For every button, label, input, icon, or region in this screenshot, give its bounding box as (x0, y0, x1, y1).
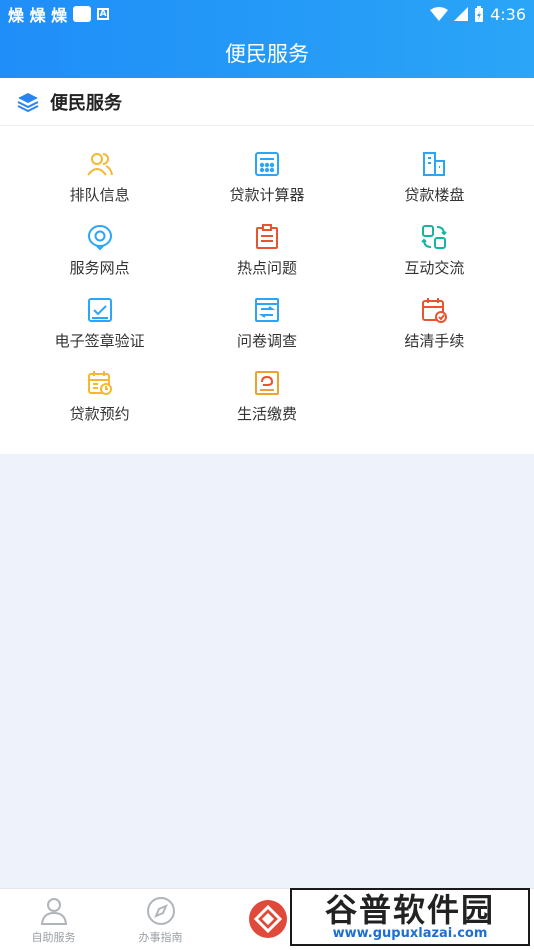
check-seal-icon (87, 298, 112, 322)
bill-icon (254, 371, 279, 395)
building-icon (423, 152, 446, 176)
users-icon (86, 153, 113, 176)
wifi-icon (430, 7, 449, 21)
watermark-title: 谷普软件园 (324, 890, 495, 929)
section-title: 便民服务 (50, 92, 122, 114)
service-label: 贷款计算器 (229, 186, 305, 204)
service-utility-payment[interactable]: 生活缴费 (183, 369, 350, 442)
tab-label: 自助服务 (31, 930, 76, 944)
app-header: 燥 燥 燥 A 4:36 便民服务 (0, 0, 534, 78)
tab-label: 办事指南 (138, 930, 183, 944)
notification-glyphs: 燥 燥 燥 (8, 6, 68, 25)
service-label: 互动交流 (404, 259, 465, 277)
clipboard-icon (255, 224, 278, 249)
watermark-logo: 谷普软件园 www.gupuxlazai.com (290, 888, 530, 946)
location-icon (87, 225, 112, 251)
services-panel: 排队信息 贷款计算器 贷款楼盘 服务网点 热点问题 互动交流 电子签章验证 问卷… (0, 126, 534, 454)
service-label: 电子签章验证 (54, 332, 145, 350)
service-settlement[interactable]: 结清手续 (351, 296, 518, 369)
exchange-icon (421, 225, 448, 249)
page-title: 便民服务 (225, 42, 309, 66)
watermark-url: www.gupuxlazai.com (332, 925, 488, 941)
service-label: 服务网点 (69, 259, 130, 277)
service-survey[interactable]: 问卷调查 (183, 296, 350, 369)
service-label: 问卷调查 (236, 332, 297, 350)
compass-icon (146, 896, 175, 925)
calculator-icon (254, 152, 279, 176)
service-queue-info[interactable]: 排队信息 (16, 150, 183, 223)
tab-guide[interactable]: 办事指南 (107, 889, 214, 950)
status-bar: 燥 燥 燥 A 4:36 (0, 0, 534, 28)
services-grid: 排队信息 贷款计算器 贷款楼盘 服务网点 热点问题 互动交流 电子签章验证 问卷… (0, 150, 534, 442)
service-label: 生活缴费 (236, 405, 297, 423)
tab-self-service[interactable]: 自助服务 (0, 889, 107, 950)
service-label: 热点问题 (236, 259, 297, 277)
section-header: 便民服务 (0, 78, 534, 126)
battery-icon (475, 6, 484, 22)
service-loan-appointment[interactable]: 贷款预约 (16, 369, 183, 442)
home-logo-icon (248, 899, 287, 938)
service-e-seal-verify[interactable]: 电子签章验证 (16, 296, 183, 369)
service-label: 贷款楼盘 (404, 186, 465, 204)
calendar-clock-icon (87, 371, 112, 395)
signal-icon (454, 7, 469, 21)
service-loan-property[interactable]: 贷款楼盘 (351, 150, 518, 223)
layers-icon (17, 92, 39, 112)
service-interaction[interactable]: 互动交流 (351, 223, 518, 296)
service-branches[interactable]: 服务网点 (16, 223, 183, 296)
service-hot-questions[interactable]: 热点问题 (183, 223, 350, 296)
survey-icon (254, 298, 279, 322)
service-label: 贷款预约 (69, 405, 130, 423)
service-label: 结清手续 (404, 332, 465, 350)
a-badge-icon: A (97, 8, 110, 20)
calendar-settle-icon (422, 298, 448, 323)
clock: 4:36 (490, 4, 526, 24)
person-icon (40, 897, 67, 925)
notification-square-icon (73, 6, 92, 22)
service-loan-calculator[interactable]: 贷款计算器 (183, 150, 350, 223)
service-label: 排队信息 (69, 186, 130, 204)
